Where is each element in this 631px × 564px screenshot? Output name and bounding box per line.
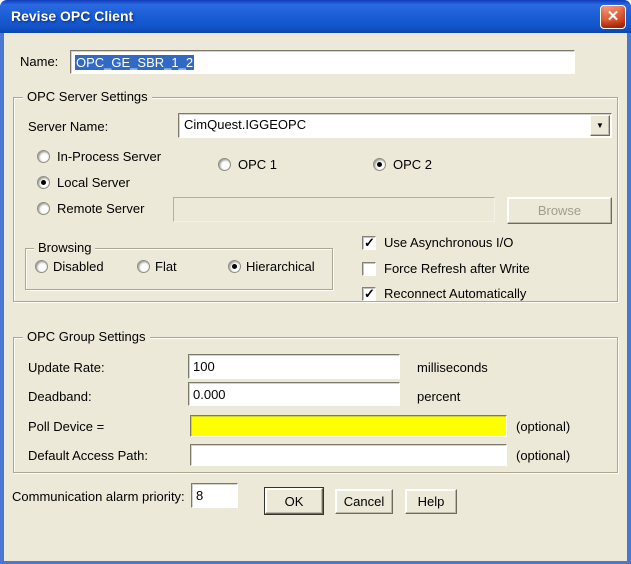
server-name-dropdown-button[interactable]: ▼	[590, 115, 610, 136]
poll-device-optional: (optional)	[516, 419, 571, 434]
check-icon: ✓	[364, 286, 375, 301]
check-icon: ✓	[364, 235, 375, 250]
update-rate-input[interactable]	[188, 354, 400, 379]
default-access-path-optional: (optional)	[516, 448, 571, 463]
default-access-path-input[interactable]	[190, 444, 507, 466]
poll-device-label: Poll Device =	[28, 419, 105, 434]
opc-server-settings-title: OPC Server Settings	[23, 89, 152, 104]
cancel-button[interactable]: Cancel	[335, 489, 393, 514]
radio-in-process-server[interactable]	[37, 150, 50, 163]
checkbox-force-refresh-label[interactable]: Force Refresh after Write	[384, 261, 530, 276]
opc-group-settings-title: OPC Group Settings	[23, 329, 150, 344]
chevron-down-icon: ▼	[596, 121, 604, 130]
update-rate-unit: milliseconds	[417, 360, 488, 375]
server-name-label: Server Name:	[28, 119, 109, 134]
radio-opc1-label[interactable]: OPC 1	[238, 157, 277, 172]
help-button[interactable]: Help	[405, 489, 457, 514]
radio-opc1[interactable]	[218, 158, 231, 171]
dialog-body: Name: OPC_GE_SBR_1_2 OPC Server Settings…	[4, 33, 627, 561]
radio-browsing-hierarchical-label[interactable]: Hierarchical	[246, 259, 315, 274]
close-button[interactable]: ✕	[600, 5, 626, 29]
radio-local-server[interactable]	[37, 176, 50, 189]
browse-button: Browse	[507, 197, 612, 224]
server-name-value: CimQuest.IGGEOPC	[184, 117, 307, 132]
checkbox-use-async-io[interactable]: ✓	[362, 235, 376, 250]
close-icon: ✕	[606, 8, 620, 25]
poll-device-input[interactable]	[190, 415, 507, 437]
radio-remote-server-label[interactable]: Remote Server	[57, 201, 144, 216]
deadband-input[interactable]	[188, 382, 400, 406]
checkbox-force-refresh[interactable]: ✓	[362, 262, 376, 276]
revise-opc-client-dialog: Revise OPC Client ✕ Name: OPC_GE_SBR_1_2…	[0, 0, 631, 564]
radio-local-server-label[interactable]: Local Server	[57, 175, 130, 190]
checkbox-reconnect-auto[interactable]: ✓	[362, 286, 376, 301]
comm-alarm-priority-input[interactable]	[191, 483, 238, 508]
browsing-group-title: Browsing	[34, 240, 96, 255]
radio-browsing-disabled-label[interactable]: Disabled	[53, 259, 104, 274]
name-input[interactable]: OPC_GE_SBR_1_2	[70, 50, 575, 74]
radio-browsing-flat-label[interactable]: Flat	[155, 259, 177, 274]
radio-remote-server[interactable]	[37, 202, 50, 215]
radio-in-process-server-label[interactable]: In-Process Server	[57, 149, 161, 164]
name-selected-text: OPC_GE_SBR_1_2	[75, 55, 195, 70]
radio-browsing-disabled[interactable]	[35, 260, 48, 273]
deadband-unit: percent	[417, 389, 461, 404]
server-name-combobox[interactable]: CimQuest.IGGEOPC ▼	[178, 113, 612, 138]
ok-button[interactable]: OK	[265, 488, 323, 514]
name-label: Name:	[20, 54, 59, 69]
comm-alarm-priority-label: Communication alarm priority:	[12, 489, 185, 504]
radio-browsing-hierarchical[interactable]	[228, 260, 241, 273]
radio-opc2-label[interactable]: OPC 2	[393, 157, 432, 172]
default-access-path-label: Default Access Path:	[28, 448, 148, 463]
radio-browsing-flat[interactable]	[137, 260, 150, 273]
title-bar[interactable]: Revise OPC Client ✕	[0, 0, 631, 33]
window-title: Revise OPC Client	[11, 8, 134, 24]
remote-server-input	[173, 197, 495, 222]
checkbox-use-async-io-label[interactable]: Use Asynchronous I/O	[384, 235, 513, 250]
checkbox-reconnect-auto-label[interactable]: Reconnect Automatically	[384, 286, 526, 301]
update-rate-label: Update Rate:	[28, 360, 105, 375]
radio-opc2[interactable]	[373, 158, 386, 171]
deadband-label: Deadband:	[28, 389, 92, 404]
